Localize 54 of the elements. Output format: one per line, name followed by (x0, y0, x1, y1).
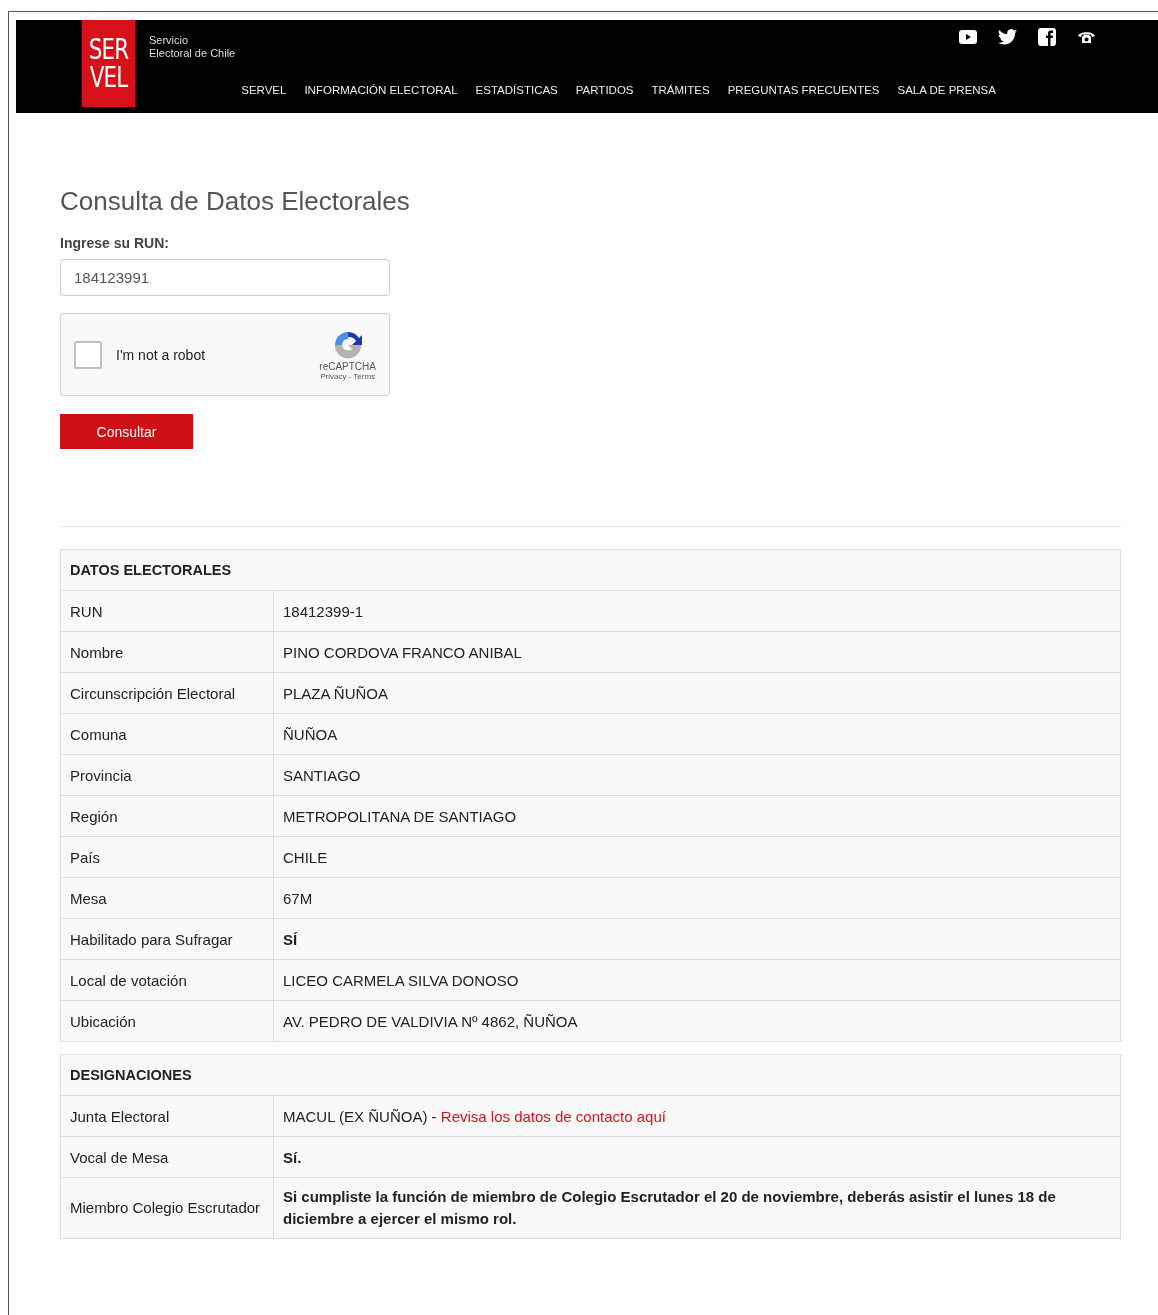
captcha-label: I'm not a robot (116, 346, 207, 363)
field-value-cell: CHILE (273, 836, 1121, 878)
field-value-cell: PLAZA ÑUÑOA (273, 672, 1121, 714)
run-input-field[interactable]: 184123991 (60, 259, 390, 296)
field-name-cell: Mesa (60, 877, 274, 919)
nav-link[interactable]: SALA DE PRENSA (888, 84, 1005, 96)
field-name-cell: Habilitado para Sufragar (60, 918, 274, 960)
captcha-brand: reCAPTCHA (319, 360, 376, 372)
field-name-cell: Región (60, 795, 274, 837)
nav-link[interactable]: ESTADÍSTICAS (466, 84, 567, 96)
field-name-cell: Nombre (60, 631, 274, 673)
field-name-cell: Ubicación (60, 1000, 274, 1042)
phone-icon[interactable] (1077, 30, 1096, 44)
field-value-cell: PINO CORDOVA FRANCO ANIBAL (273, 631, 1121, 673)
facebook-icon[interactable] (1038, 28, 1056, 46)
field-value-cell: AV. PEDRO DE VALDIVIA Nº 4862, ÑUÑOA (273, 1000, 1121, 1042)
field-value-cell: MACUL (EX ÑUÑOA) - Revisa los datos de contacto aquí (273, 1095, 1121, 1137)
field-value-cell: 67M (273, 877, 1121, 919)
section-heading: DESIGNACIONES (60, 1054, 1121, 1096)
nav-link[interactable]: SERVEL (232, 84, 296, 96)
field-label: Ingrese su RUN: (60, 235, 170, 251)
field-value-cell: SÍ (273, 918, 1121, 960)
bird-icon[interactable] (998, 29, 1017, 45)
section-heading: DATOS ELECTORALES (60, 549, 1121, 591)
nav-link[interactable]: TRÁMITES (642, 84, 719, 96)
field-value-cell: LICEO CARMELA SILVA DONOSO (273, 959, 1121, 1001)
field-value-cell: METROPOLITANA DE SANTIAGO (273, 795, 1121, 837)
field-name-cell: Vocal de Mesa (60, 1136, 274, 1178)
field-name-cell: Junta Electoral (60, 1095, 274, 1137)
tagline: Servicio (149, 34, 190, 47)
nav-link[interactable]: PREGUNTAS FRECUENTES (718, 84, 889, 96)
field-name-cell: Comuna (60, 713, 274, 755)
field-name-cell: Miembro Colegio Escrutador (60, 1177, 274, 1239)
nav-link[interactable]: PARTIDOS (566, 84, 643, 96)
field-value-cell: 18412399-1 (273, 590, 1121, 632)
field-name-cell: Local de votación (60, 959, 274, 1001)
captcha-checkbox[interactable] (74, 340, 102, 369)
submit-button[interactable]: Consultar (60, 414, 193, 449)
contact-link[interactable]: Revisa los datos de contacto aquí (440, 1107, 666, 1125)
logo-text: VEL (89, 63, 128, 92)
field-name-cell: RUN (60, 590, 274, 632)
tagline: Electoral de Chile (149, 47, 236, 60)
page-title: Consulta de Datos Electorales (60, 185, 411, 217)
nav-link[interactable]: INFORMACIÓN ELECTORAL (295, 84, 467, 96)
field-name-cell: Provincia (60, 754, 274, 796)
play-icon[interactable] (959, 30, 977, 44)
field-value-cell: Sí. (273, 1136, 1121, 1178)
field-value-cell: ÑUÑOA (273, 713, 1121, 755)
privacy-terms-link[interactable]: Privacy - Terms (320, 371, 376, 381)
field-name-cell: País (60, 836, 274, 878)
field-value-cell: Si cumpliste la función de miembro de Colegio Escrutador el 20 de noviembre, deberás asistir el lunes 18 de diciembre a ejercer el mismo rol. (273, 1177, 1121, 1239)
logo-text: SER (88, 35, 129, 64)
field-name-cell: Circunscripción Electoral (60, 672, 274, 714)
field-value-cell: SANTIAGO (273, 754, 1121, 796)
